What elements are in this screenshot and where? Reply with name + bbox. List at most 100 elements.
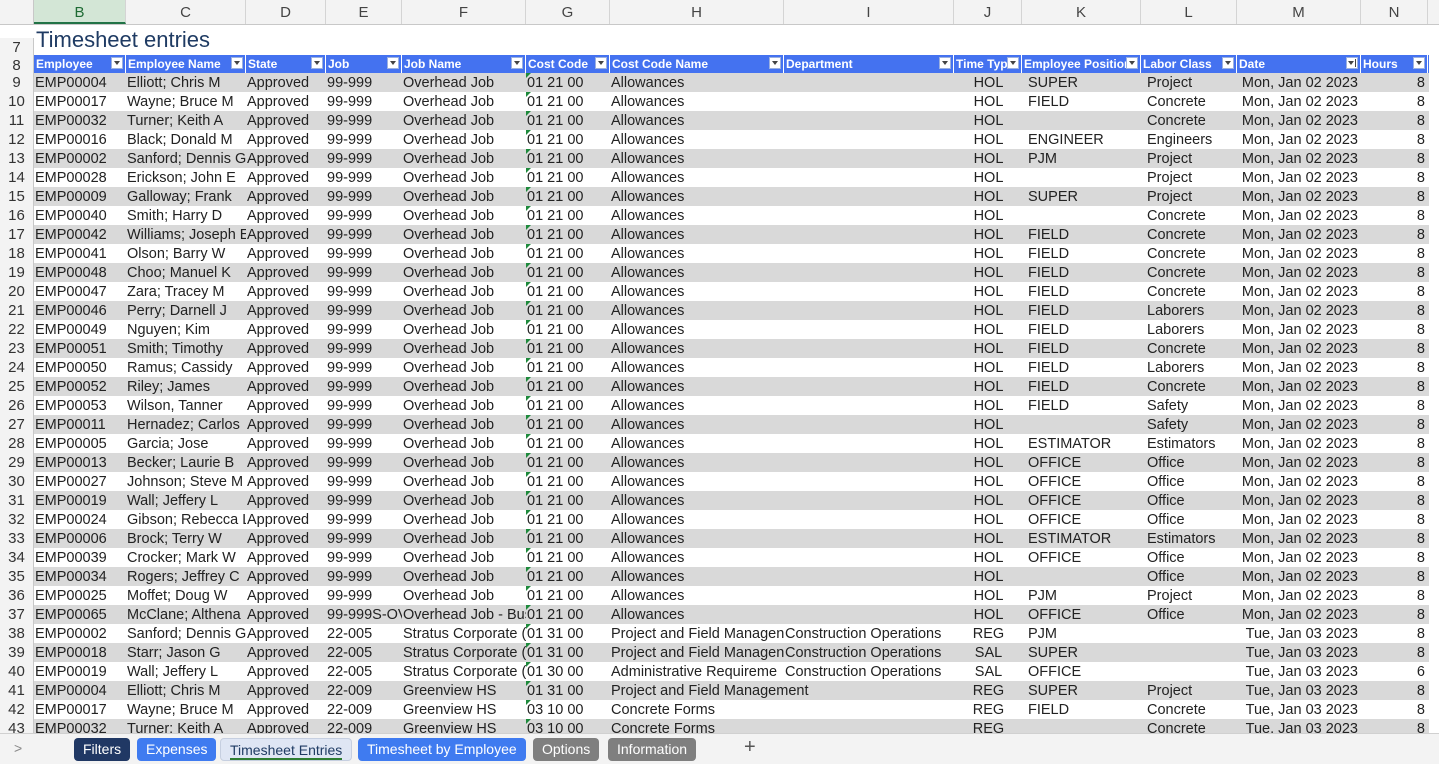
cell-date[interactable]: Mon, Jan 02 2023 bbox=[1237, 263, 1361, 282]
cell-state[interactable]: Approved bbox=[246, 263, 326, 282]
cell-employee[interactable]: EMP00050 bbox=[34, 358, 126, 377]
cell-cost-code[interactable]: 03 10 00 bbox=[526, 719, 610, 733]
cell-employee-name[interactable]: Gibson; Rebecca L bbox=[126, 510, 246, 529]
cell-job[interactable]: 22-009 bbox=[326, 681, 402, 700]
cell-cost-code-name[interactable]: Allowances bbox=[610, 396, 784, 415]
cell-employee[interactable]: EMP00049 bbox=[34, 320, 126, 339]
cell-department[interactable] bbox=[784, 434, 954, 453]
cell-date[interactable]: Mon, Jan 02 2023 bbox=[1237, 301, 1361, 320]
column-letter-g[interactable]: G bbox=[526, 0, 610, 24]
cell-hours[interactable]: 8 bbox=[1361, 681, 1428, 700]
cell-job[interactable]: 99-999 bbox=[326, 92, 402, 111]
cell-state[interactable]: Approved bbox=[246, 358, 326, 377]
cell-department[interactable]: Construction Operations bbox=[784, 662, 954, 681]
cell-employee[interactable]: EMP00047 bbox=[34, 282, 126, 301]
cell-cost-code[interactable]: 01 21 00 bbox=[526, 491, 610, 510]
cell-state[interactable]: Approved bbox=[246, 472, 326, 491]
cell-cost-code[interactable]: 01 21 00 bbox=[526, 320, 610, 339]
cell-job-name[interactable]: Overhead Job bbox=[402, 491, 526, 510]
cell-job-name[interactable]: Overhead Job bbox=[402, 529, 526, 548]
row-number[interactable]: 22 bbox=[0, 320, 34, 339]
cell-job[interactable]: 99-999 bbox=[326, 282, 402, 301]
cell-employee-name[interactable]: Wayne; Bruce M bbox=[126, 700, 246, 719]
cell-employee-position[interactable]: SUPER bbox=[1022, 643, 1141, 662]
cell-labor-class[interactable]: Concrete bbox=[1141, 339, 1237, 358]
cell-labor-class[interactable]: Project bbox=[1141, 586, 1237, 605]
cell-date[interactable]: Mon, Jan 02 2023 bbox=[1237, 415, 1361, 434]
cell-labor-class[interactable]: Laborers bbox=[1141, 301, 1237, 320]
cell-labor-class[interactable]: Project bbox=[1141, 168, 1237, 187]
cell-department[interactable]: Construction Operations bbox=[784, 643, 954, 662]
cell-employee-name[interactable]: Williams; Joseph E bbox=[126, 225, 246, 244]
cell-state[interactable]: Approved bbox=[246, 548, 326, 567]
cell-cost-code[interactable]: 01 31 00 bbox=[526, 624, 610, 643]
cell-employee-position[interactable]: PJM bbox=[1022, 586, 1141, 605]
cell-cost-code[interactable]: 01 21 00 bbox=[526, 453, 610, 472]
cell-employee[interactable]: EMP00046 bbox=[34, 301, 126, 320]
cell-department[interactable] bbox=[784, 510, 954, 529]
row-number[interactable]: 12 bbox=[0, 130, 34, 149]
cell-labor-class[interactable]: Safety bbox=[1141, 415, 1237, 434]
cell-job[interactable]: 99-999 bbox=[326, 491, 402, 510]
row-number[interactable]: 27 bbox=[0, 415, 34, 434]
column-letter-n[interactable]: N bbox=[1361, 0, 1428, 24]
cell-time-type[interactable]: HOL bbox=[954, 111, 1022, 130]
cell-employee-position[interactable] bbox=[1022, 719, 1141, 733]
cell-employee[interactable]: EMP00011 bbox=[34, 415, 126, 434]
cell-labor-class[interactable]: Estimators bbox=[1141, 434, 1237, 453]
cell-cost-code[interactable]: 01 21 00 bbox=[526, 548, 610, 567]
cell-job[interactable]: 99-999 bbox=[326, 415, 402, 434]
cell-date[interactable]: Mon, Jan 02 2023 bbox=[1237, 605, 1361, 624]
cell-job-name[interactable]: Overhead Job bbox=[402, 339, 526, 358]
cell-cost-code-name[interactable]: Allowances bbox=[610, 453, 784, 472]
cell-cost-code[interactable]: 01 21 00 bbox=[526, 567, 610, 586]
cell-state[interactable]: Approved bbox=[246, 187, 326, 206]
cell-cost-code-name[interactable]: Allowances bbox=[610, 130, 784, 149]
sheet-tab-options[interactable]: Options bbox=[533, 738, 600, 761]
cell-state[interactable]: Approved bbox=[246, 206, 326, 225]
sheet-tab-timesheet-by-employee[interactable]: Timesheet by Employee bbox=[358, 738, 526, 761]
cell-job-name[interactable]: Overhead Job - Bus bbox=[402, 605, 526, 624]
cell-date[interactable]: Mon, Jan 02 2023 bbox=[1237, 548, 1361, 567]
row-number[interactable]: 21 bbox=[0, 301, 34, 320]
row-number[interactable]: 24 bbox=[0, 358, 34, 377]
cell-date[interactable]: Tue, Jan 03 2023 bbox=[1237, 643, 1361, 662]
cell-employee[interactable]: EMP00002 bbox=[34, 149, 126, 168]
cell-job[interactable]: 99-999 bbox=[326, 586, 402, 605]
cell-employee-position[interactable]: FIELD bbox=[1022, 225, 1141, 244]
cell-department[interactable] bbox=[784, 396, 954, 415]
cell-labor-class[interactable]: Concrete bbox=[1141, 282, 1237, 301]
cell-employee-position[interactable]: FIELD bbox=[1022, 339, 1141, 358]
cell-labor-class[interactable]: Laborers bbox=[1141, 358, 1237, 377]
cell-cost-code[interactable]: 01 21 00 bbox=[526, 586, 610, 605]
cell-cost-code[interactable]: 01 21 00 bbox=[526, 434, 610, 453]
cell-hours[interactable]: 8 bbox=[1361, 719, 1428, 733]
cell-employee-position[interactable]: SUPER bbox=[1022, 187, 1141, 206]
filter-dropdown-icon[interactable] bbox=[387, 57, 399, 69]
cell-cost-code-name[interactable]: Allowances bbox=[610, 472, 784, 491]
cell-employee[interactable]: EMP00034 bbox=[34, 567, 126, 586]
cell-date[interactable]: Tue, Jan 03 2023 bbox=[1237, 624, 1361, 643]
column-letter-k[interactable]: K bbox=[1022, 0, 1141, 24]
cell-hours[interactable]: 8 bbox=[1361, 415, 1428, 434]
filter-dropdown-icon[interactable] bbox=[1126, 57, 1138, 69]
cell-hours[interactable]: 8 bbox=[1361, 643, 1428, 662]
cell-state[interactable]: Approved bbox=[246, 643, 326, 662]
cell-department[interactable] bbox=[784, 149, 954, 168]
cell-employee-name[interactable]: Smith; Harry D bbox=[126, 206, 246, 225]
cell-job[interactable]: 22-005 bbox=[326, 624, 402, 643]
cell-time-type[interactable]: HOL bbox=[954, 396, 1022, 415]
cell-job[interactable]: 99-999 bbox=[326, 396, 402, 415]
cell-cost-code-name[interactable]: Allowances bbox=[610, 415, 784, 434]
cell-time-type[interactable]: HOL bbox=[954, 282, 1022, 301]
cell-employee[interactable]: EMP00002 bbox=[34, 624, 126, 643]
cell-labor-class[interactable]: Concrete bbox=[1141, 700, 1237, 719]
cell-state[interactable]: Approved bbox=[246, 149, 326, 168]
cell-employee[interactable]: EMP00017 bbox=[34, 700, 126, 719]
cell-employee-name[interactable]: Nguyen; Kim bbox=[126, 320, 246, 339]
cell-department[interactable] bbox=[784, 605, 954, 624]
cell-date[interactable]: Mon, Jan 02 2023 bbox=[1237, 529, 1361, 548]
cell-department[interactable] bbox=[784, 700, 954, 719]
cell-employee-position[interactable] bbox=[1022, 415, 1141, 434]
row-number[interactable]: 31 bbox=[0, 491, 34, 510]
